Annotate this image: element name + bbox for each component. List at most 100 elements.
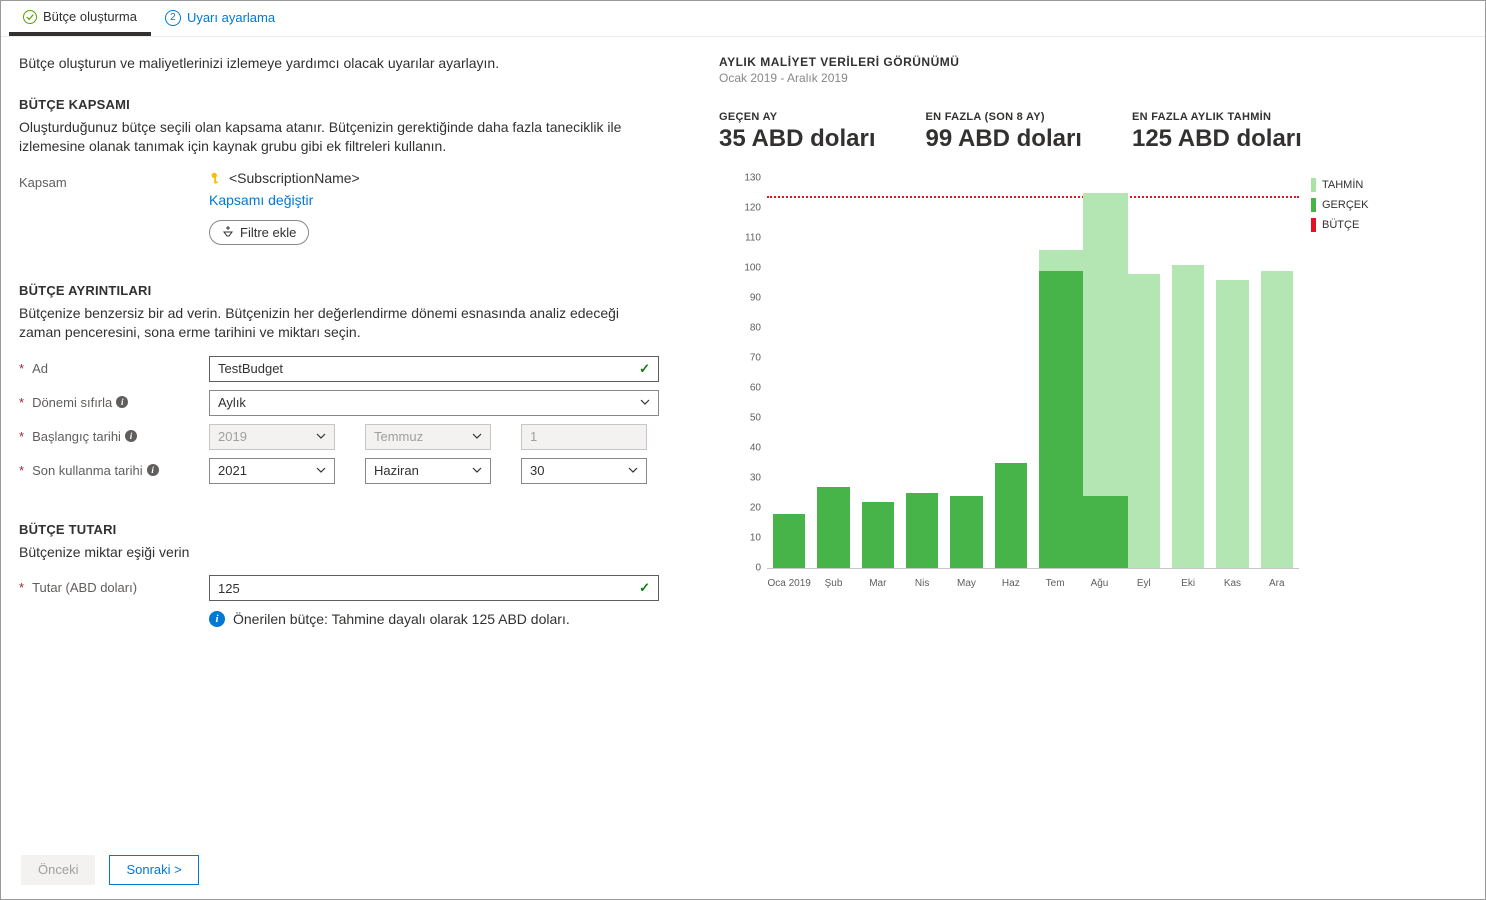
details-desc: Bütçenize benzersiz bir ad verin. Bütçen… — [19, 304, 659, 342]
bar-slot — [767, 178, 811, 568]
y-tick: 0 — [755, 563, 761, 574]
amount-title: BÜTÇE TUTARI — [19, 522, 679, 537]
stat-last-month-value: 35 ABD doları — [719, 125, 875, 153]
chevron-down-icon — [472, 429, 482, 444]
x-tick: Şub — [811, 568, 855, 598]
y-tick: 120 — [744, 203, 761, 214]
x-tick: Tem — [1033, 568, 1077, 598]
reset-period-value: Aylık — [218, 395, 246, 410]
end-year-select[interactable]: 2021 — [209, 458, 335, 484]
x-tick: Oca 2019 — [767, 568, 811, 598]
bar-slot — [1210, 178, 1254, 568]
intro-text: Bütçe oluşturun ve maliyetlerinizi izlem… — [19, 55, 679, 71]
stat-last-month-label: GEÇEN AY — [719, 111, 875, 123]
reset-period-select[interactable]: Aylık — [209, 390, 659, 416]
scope-title: BÜTÇE KAPSAMI — [19, 97, 679, 112]
bar-actual — [817, 487, 849, 568]
chart-subtitle: Ocak 2019 - Aralık 2019 — [719, 71, 1461, 85]
end-year-value: 2021 — [218, 463, 247, 478]
chevron-down-icon — [628, 463, 638, 478]
info-icon[interactable]: i — [147, 464, 159, 476]
bar-slot — [1122, 178, 1166, 568]
y-tick: 100 — [744, 263, 761, 274]
budget-name-value: TestBudget — [218, 361, 283, 376]
add-filter-button[interactable]: Filtre ekle — [209, 220, 309, 245]
end-day-select[interactable]: 30 — [521, 458, 647, 484]
tab-label: Uyarı ayarlama — [187, 10, 275, 25]
x-tick: May — [944, 568, 988, 598]
reset-label: Dönemi sıfırla — [32, 395, 112, 410]
end-month-select[interactable]: Haziran — [365, 458, 491, 484]
tab-create-budget[interactable]: Bütçe oluşturma — [9, 1, 151, 36]
x-tick: Eyl — [1122, 568, 1166, 598]
bar-slot — [856, 178, 900, 568]
filter-icon — [222, 225, 234, 240]
x-tick: Kas — [1210, 568, 1254, 598]
start-month-value: Temmuz — [374, 429, 423, 444]
x-tick: Eki — [1166, 568, 1210, 598]
key-icon — [209, 171, 223, 185]
next-button[interactable]: Sonraki > — [109, 855, 198, 885]
info-icon: i — [209, 611, 225, 627]
y-tick: 80 — [750, 323, 761, 334]
stat-max8-label: EN FAZLA (SON 8 AY) — [925, 111, 1081, 123]
bar-forecast — [1261, 271, 1293, 568]
y-tick: 30 — [750, 473, 761, 484]
y-tick: 10 — [750, 533, 761, 544]
info-icon[interactable]: i — [116, 396, 128, 408]
start-date-label: Başlangıç tarihi — [32, 429, 121, 444]
cost-chart: 0102030405060708090100110120130Oca 2019Ş… — [719, 178, 1299, 598]
bar-slot — [989, 178, 1033, 568]
bar-slot — [1166, 178, 1210, 568]
y-tick: 50 — [750, 413, 761, 424]
bar-slot — [1077, 178, 1121, 568]
bar-slot — [900, 178, 944, 568]
chart-legend: TAHMİN GERÇEK BÜTÇE — [1311, 178, 1368, 598]
stat-forecast-value: 125 ABD doları — [1132, 125, 1302, 153]
add-filter-label: Filtre ekle — [240, 225, 296, 240]
legend-forecast: TAHMİN — [1322, 179, 1363, 191]
bar-actual — [773, 514, 805, 568]
bar-slot — [1255, 178, 1299, 568]
details-title: BÜTÇE AYRINTILARI — [19, 283, 679, 298]
scope-label: Kapsam — [19, 170, 209, 190]
legend-budget: BÜTÇE — [1322, 219, 1359, 231]
tab-set-alerts[interactable]: 2 Uyarı ayarlama — [151, 1, 289, 36]
change-scope-link[interactable]: Kapsamı değiştir — [209, 192, 679, 208]
bar-forecast — [1216, 280, 1248, 568]
end-day-value: 30 — [530, 463, 544, 478]
bar-forecast — [1128, 274, 1160, 568]
y-tick: 60 — [750, 383, 761, 394]
wizard-tabs: Bütçe oluşturma 2 Uyarı ayarlama — [1, 1, 1485, 37]
x-tick: Nis — [900, 568, 944, 598]
bar-slot — [1033, 178, 1077, 568]
y-tick: 20 — [750, 503, 761, 514]
bar-slot — [944, 178, 988, 568]
legend-swatch-actual — [1311, 198, 1316, 212]
check-icon — [23, 10, 37, 24]
bar-actual — [862, 502, 894, 568]
start-day-select: 1 — [521, 424, 647, 450]
scope-value: <SubscriptionName> — [229, 170, 360, 186]
y-tick: 70 — [750, 353, 761, 364]
start-month-select: Temmuz — [365, 424, 491, 450]
bar-actual — [995, 463, 1027, 568]
legend-actual: GERÇEK — [1322, 199, 1368, 211]
chevron-down-icon — [316, 429, 326, 444]
bar-actual — [906, 493, 938, 568]
name-label: Ad — [32, 361, 48, 376]
start-year-select: 2019 — [209, 424, 335, 450]
wizard-footer: Önceki Sonraki > — [1, 839, 1485, 899]
info-icon[interactable]: i — [125, 430, 137, 442]
previous-button[interactable]: Önceki — [21, 855, 95, 885]
legend-swatch-forecast — [1311, 178, 1316, 192]
start-year-value: 2019 — [218, 429, 247, 444]
chart-title: AYLIK MALİYET VERİLERİ GÖRÜNÜMÜ — [719, 55, 1461, 69]
end-month-value: Haziran — [374, 463, 419, 478]
budget-name-input[interactable]: TestBudget ✓ — [209, 356, 659, 382]
budget-amount-input[interactable]: 125 ✓ — [209, 575, 659, 601]
x-tick: Ara — [1255, 568, 1299, 598]
bar-forecast — [1172, 265, 1204, 568]
amount-label: Tutar (ABD doları) — [32, 580, 137, 595]
tab-label: Bütçe oluşturma — [43, 9, 137, 24]
